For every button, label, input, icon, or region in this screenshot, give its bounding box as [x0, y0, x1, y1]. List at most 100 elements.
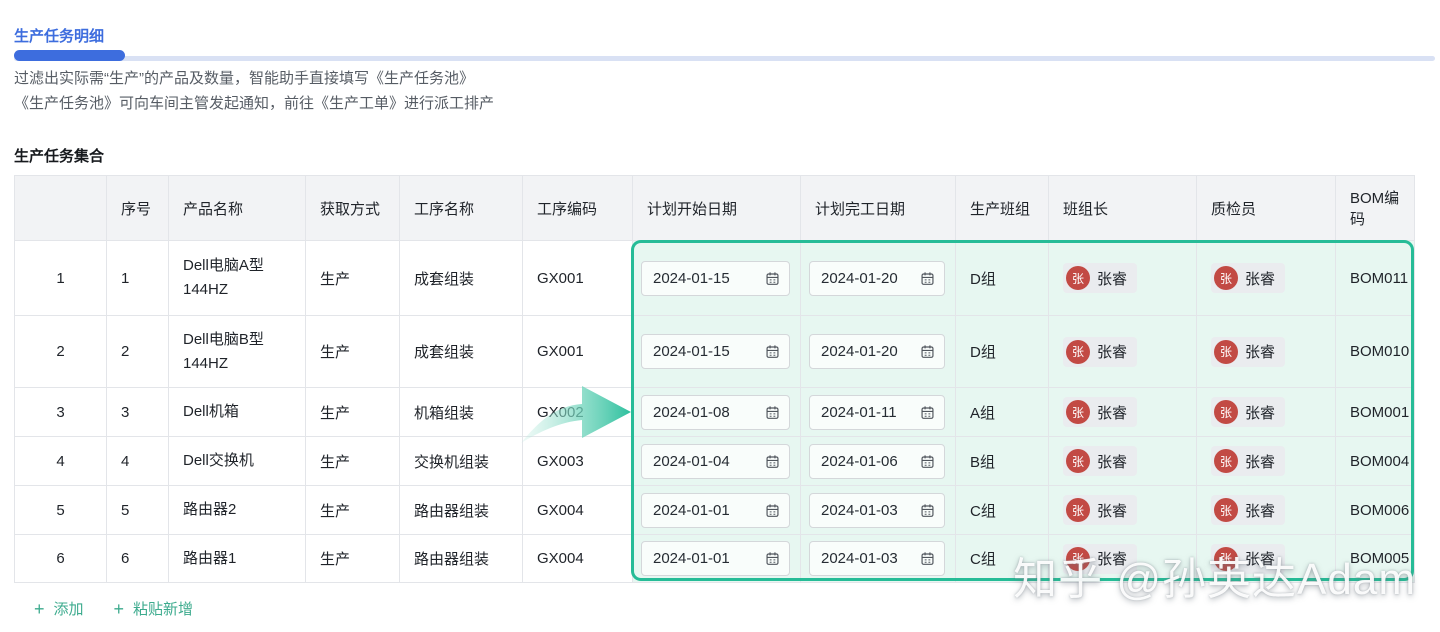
seq-cell: 5	[107, 486, 169, 535]
inspector-member-chip[interactable]: 张 张睿	[1211, 446, 1285, 476]
product-name-cell: Dell电脑B型 144HZ	[169, 316, 306, 388]
process-code-cell: GX003	[523, 437, 633, 486]
table-row: 2 2 Dell电脑B型 144HZ 生产 成套组装 GX001 2024-01…	[15, 316, 1415, 388]
member-name: 张睿	[1097, 451, 1127, 472]
end-date-cell: 2024-01-20	[801, 316, 956, 388]
header-process-code: 工序编码	[523, 176, 633, 241]
header-row-index	[15, 176, 107, 241]
leader-member-chip[interactable]: 张 张睿	[1063, 397, 1137, 427]
description-line-1: 过滤出实际需“生产”的产品及数量，智能助手直接填写《生产任务池》	[14, 66, 494, 91]
process-name-cell: 路由器组装	[400, 486, 523, 535]
start-date-cell: 2024-01-01	[633, 486, 801, 535]
end-date-cell: 2024-01-20	[801, 241, 956, 316]
table-row: 5 5 路由器2 生产 路由器组装 GX004 2024-01-01 2024-…	[15, 486, 1415, 535]
member-name: 张睿	[1097, 341, 1127, 362]
date-value: 2024-01-04	[653, 453, 730, 470]
date-value: 2024-01-20	[821, 270, 898, 287]
leader-member-chip[interactable]: 张 张睿	[1063, 337, 1137, 367]
tab-bar	[0, 50, 1440, 61]
start-date-picker[interactable]: 2024-01-01	[641, 541, 790, 576]
end-date-picker[interactable]: 2024-01-06	[809, 444, 945, 479]
start-date-cell: 2024-01-01	[633, 535, 801, 583]
header-inspector: 质检员	[1197, 176, 1336, 241]
inspector-cell: 张 张睿	[1197, 437, 1336, 486]
leader-cell: 张 张睿	[1049, 241, 1197, 316]
header-process-name: 工序名称	[400, 176, 523, 241]
start-date-picker[interactable]: 2024-01-15	[641, 261, 790, 296]
avatar: 张	[1066, 449, 1090, 473]
date-value: 2024-01-06	[821, 453, 898, 470]
team-cell: B组	[956, 437, 1049, 486]
start-date-cell: 2024-01-15	[633, 316, 801, 388]
description-line-2: 《生产任务池》可向车间主管发起通知，前往《生产工单》进行派工排产	[14, 91, 494, 116]
header-start-date: 计划开始日期	[633, 176, 801, 241]
watermark: 知乎 @孙英达Adam	[1013, 543, 1416, 607]
header-seq: 序号	[107, 176, 169, 241]
leader-cell: 张 张睿	[1049, 388, 1197, 437]
row-index-cell: 1	[15, 241, 107, 316]
process-code-cell: GX004	[523, 535, 633, 583]
product-name-cell: Dell交换机	[169, 437, 306, 486]
calendar-icon	[920, 344, 935, 359]
section-title: 生产任务集合	[14, 145, 104, 166]
avatar: 张	[1214, 266, 1238, 290]
calendar-icon	[920, 454, 935, 469]
plus-icon: +	[34, 600, 45, 618]
seq-cell: 6	[107, 535, 169, 583]
bom-code-cell: BOM001	[1336, 388, 1415, 437]
inspector-member-chip[interactable]: 张 张睿	[1211, 337, 1285, 367]
start-date-picker[interactable]: 2024-01-08	[641, 395, 790, 430]
start-date-picker[interactable]: 2024-01-15	[641, 334, 790, 369]
method-cell: 生产	[306, 437, 400, 486]
member-name: 张睿	[1245, 268, 1275, 289]
inspector-member-chip[interactable]: 张 张睿	[1211, 397, 1285, 427]
leader-member-chip[interactable]: 张 张睿	[1063, 495, 1137, 525]
leader-cell: 张 张睿	[1049, 316, 1197, 388]
bom-code-cell: BOM010	[1336, 316, 1415, 388]
member-name: 张睿	[1245, 341, 1275, 362]
process-name-cell: 成套组装	[400, 241, 523, 316]
member-name: 张睿	[1097, 402, 1127, 423]
end-date-picker[interactable]: 2024-01-11	[809, 395, 945, 430]
start-date-cell: 2024-01-15	[633, 241, 801, 316]
method-cell: 生产	[306, 486, 400, 535]
inspector-member-chip[interactable]: 张 张睿	[1211, 263, 1285, 293]
member-name: 张睿	[1245, 500, 1275, 521]
bom-code-cell: BOM004	[1336, 437, 1415, 486]
date-value: 2024-01-11	[821, 404, 897, 421]
end-date-picker[interactable]: 2024-01-03	[809, 541, 945, 576]
add-row-button[interactable]: + 添加	[34, 598, 84, 619]
avatar: 张	[1214, 449, 1238, 473]
start-date-picker[interactable]: 2024-01-01	[641, 493, 790, 528]
method-cell: 生产	[306, 241, 400, 316]
end-date-picker[interactable]: 2024-01-03	[809, 493, 945, 528]
avatar: 张	[1214, 498, 1238, 522]
end-date-picker[interactable]: 2024-01-20	[809, 261, 945, 296]
team-cell: D组	[956, 316, 1049, 388]
team-cell: C组	[956, 486, 1049, 535]
inspector-cell: 张 张睿	[1197, 241, 1336, 316]
seq-cell: 3	[107, 388, 169, 437]
bom-code-cell: BOM011	[1336, 241, 1415, 316]
header-bom-code: BOM编码	[1336, 176, 1415, 241]
leader-member-chip[interactable]: 张 张睿	[1063, 263, 1137, 293]
inspector-member-chip[interactable]: 张 张睿	[1211, 495, 1285, 525]
start-date-cell: 2024-01-08	[633, 388, 801, 437]
end-date-picker[interactable]: 2024-01-20	[809, 334, 945, 369]
calendar-icon	[765, 551, 780, 566]
paste-add-button[interactable]: + 粘贴新增	[114, 598, 194, 619]
start-date-picker[interactable]: 2024-01-04	[641, 444, 790, 479]
end-date-cell: 2024-01-06	[801, 437, 956, 486]
seq-cell: 1	[107, 241, 169, 316]
calendar-icon	[920, 271, 935, 286]
process-name-cell: 成套组装	[400, 316, 523, 388]
team-cell: D组	[956, 241, 1049, 316]
description: 过滤出实际需“生产”的产品及数量，智能助手直接填写《生产任务池》 《生产任务池》…	[14, 66, 494, 116]
tab-production-task-detail[interactable]: 生产任务明细	[14, 25, 104, 46]
leader-member-chip[interactable]: 张 张睿	[1063, 446, 1137, 476]
leader-cell: 张 张睿	[1049, 437, 1197, 486]
bom-code-cell: BOM006	[1336, 486, 1415, 535]
table-row: 3 3 Dell机箱 生产 机箱组装 GX002 2024-01-08 2024…	[15, 388, 1415, 437]
page: 生产任务明细 过滤出实际需“生产”的产品及数量，智能助手直接填写《生产任务池》 …	[0, 0, 1440, 632]
process-name-cell: 机箱组装	[400, 388, 523, 437]
